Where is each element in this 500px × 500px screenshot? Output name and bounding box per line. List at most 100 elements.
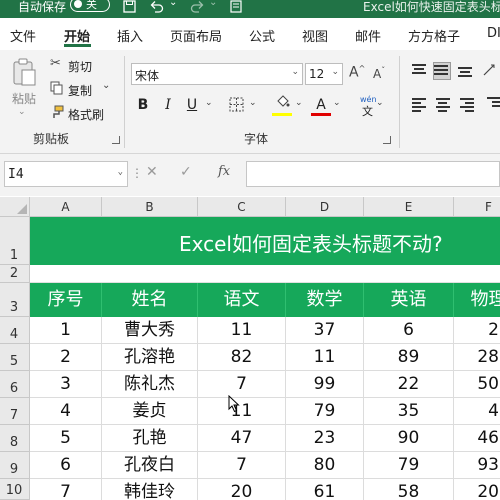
row-header-7[interactable]: 7 [0,398,30,425]
underline-dropdown-icon[interactable]: ⌄ [205,98,213,108]
format-painter-label[interactable]: 格式刷 [68,106,104,123]
font-launcher-icon[interactable] [383,136,391,144]
header-physics[interactable]: 物理 [454,283,500,317]
english-cell[interactable]: 58 [364,479,454,500]
seq-cell[interactable]: 6 [30,452,102,479]
row-header-3[interactable]: 3 [0,283,30,317]
chinese-cell[interactable]: 11 [198,317,286,344]
align-center-icon[interactable] [436,96,454,114]
paste-dropdown-icon[interactable]: ⌄ [18,107,26,117]
underline-button[interactable]: U [184,97,200,113]
row-header-2[interactable]: 2 [0,265,30,283]
tab-file[interactable]: 文件 [10,26,36,45]
seq-cell[interactable]: 2 [30,344,102,371]
name-box[interactable]: I4 ⌄ [4,161,128,187]
math-cell[interactable]: 80 [286,452,364,479]
header-math[interactable]: 数学 [286,283,364,317]
physics-cell[interactable]: 93 [454,452,500,479]
row-header-5[interactable]: 5 [0,344,30,371]
scissors-icon[interactable]: ✂ [50,56,61,71]
copy-icon[interactable] [50,81,63,99]
shrink-font-icon[interactable]: Aˇ [373,66,385,81]
physics-cell[interactable]: 20 [454,479,500,500]
borders-icon[interactable] [229,97,244,116]
align-right-icon[interactable] [460,96,478,114]
physics-cell[interactable]: 2 [454,317,500,344]
select-all-corner[interactable] [0,197,30,217]
name-cell[interactable]: 曹大秀 [102,317,198,344]
tab-mailings[interactable]: 邮件 [355,26,381,45]
english-cell[interactable]: 6 [364,317,454,344]
save-icon[interactable] [123,0,136,16]
row-header-9[interactable]: 9 [0,452,30,479]
bottom-align-icon[interactable] [458,62,476,80]
bold-button[interactable]: B [135,97,151,113]
math-cell[interactable]: 99 [286,371,364,398]
borders-dropdown-icon[interactable]: ⌄ [249,98,257,108]
row-header-6[interactable]: 6 [0,371,30,398]
undo-dropdown-icon[interactable]: ⌄ [169,0,177,8]
name-cell[interactable]: 陈礼杰 [102,371,198,398]
tab-home[interactable]: 开始 [64,26,90,45]
column-header-e[interactable]: E [364,197,454,217]
tab-page-layout[interactable]: 页面布局 [170,26,222,45]
column-header-c[interactable]: C [198,197,286,217]
math-cell[interactable]: 11 [286,344,364,371]
english-cell[interactable]: 22 [364,371,454,398]
fill-color-icon[interactable] [275,95,290,113]
physics-cell[interactable]: 50 [454,371,500,398]
decrease-indent-icon[interactable] [486,96,500,114]
fill-color-dropdown-icon[interactable]: ⌄ [295,98,303,108]
name-box-dropdown-icon[interactable]: ⌄ [118,167,123,177]
name-cell[interactable]: 孔夜白 [102,452,198,479]
name-cell[interactable]: 韩佳玲 [102,479,198,500]
seq-cell[interactable]: 7 [30,479,102,500]
header-name[interactable]: 姓名 [102,283,198,317]
middle-align-icon[interactable] [433,62,451,80]
header-chinese[interactable]: 语文 [198,283,286,317]
column-header-f[interactable]: F [454,197,500,217]
seq-cell[interactable]: 3 [30,371,102,398]
column-header-b[interactable]: B [102,197,198,217]
chinese-cell[interactable]: 82 [198,344,286,371]
autosave-toggle[interactable]: 关 [70,0,110,12]
font-size-combo[interactable]: 12 ⌄ [305,63,343,85]
phonetic-bottom[interactable]: 文 [362,103,373,119]
tab-di[interactable]: DI [487,26,500,41]
copy-dropdown-icon[interactable]: ⌄ [102,80,110,91]
physics-cell[interactable]: 4 [454,398,500,425]
grow-font-icon[interactable]: A^ [349,64,365,81]
english-cell[interactable]: 35 [364,398,454,425]
redo-dropdown-icon[interactable]: ⌄ [209,0,217,8]
align-left-icon[interactable] [412,96,430,114]
row-header-8[interactable]: 8 [0,425,30,452]
italic-button[interactable]: I [160,97,176,113]
chinese-cell[interactable]: 11 [198,398,286,425]
name-cell[interactable]: 孔溶艳 [102,344,198,371]
cancel-formula-icon[interactable]: ✕ [146,164,158,180]
math-cell[interactable]: 61 [286,479,364,500]
font-name-dropdown-icon[interactable]: ⌄ [291,67,299,77]
tab-formulas[interactable]: 公式 [249,26,275,45]
english-cell[interactable]: 79 [364,452,454,479]
tab-fangfang[interactable]: 方方格子 [408,26,460,45]
column-header-a[interactable]: A [30,197,102,217]
insert-function-icon[interactable]: fx [218,164,230,179]
sheet-title-cell[interactable]: Excel如何固定表头标题不动? [30,217,500,265]
math-cell[interactable]: 23 [286,425,364,452]
enter-formula-icon[interactable]: ✓ [180,164,192,180]
redo-icon[interactable] [190,0,204,16]
chinese-cell[interactable]: 20 [198,479,286,500]
row-header-10[interactable]: 10 [0,479,30,500]
top-align-icon[interactable] [412,62,430,80]
math-cell[interactable]: 79 [286,398,364,425]
copy-label[interactable]: 复制 [68,82,92,99]
header-seq[interactable]: 序号 [30,283,102,317]
touch-mode-icon[interactable] [230,0,242,16]
font-name-combo[interactable]: 宋体 ⌄ [131,63,303,85]
font-color-dropdown-icon[interactable]: ⌄ [333,98,341,108]
tab-view[interactable]: 视图 [302,26,328,45]
name-cell[interactable]: 姜贞 [102,398,198,425]
english-cell[interactable]: 90 [364,425,454,452]
name-cell[interactable]: 孔艳 [102,425,198,452]
